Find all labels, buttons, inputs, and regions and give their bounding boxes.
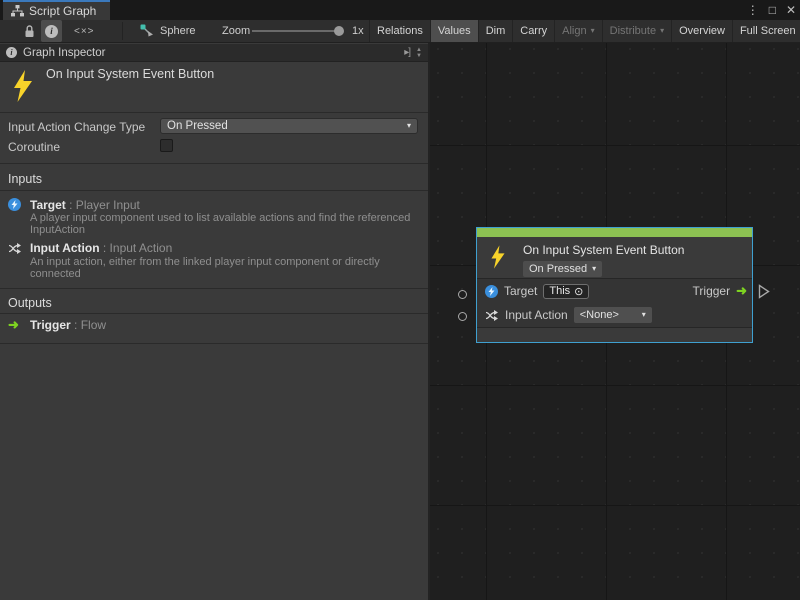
window-controls: ⋮ □ ✕ — [747, 0, 796, 20]
inspected-node-title: On Input System Event Button — [46, 67, 214, 81]
zoom-slider[interactable] — [252, 20, 340, 42]
outputs-section-header: Outputs — [8, 296, 52, 310]
graph-canvas[interactable]: On Input System Event Button On Pressed … — [430, 43, 800, 600]
tab-label: Script Graph — [29, 4, 96, 18]
toolbar-buttons: Relations Values Dim Carry Align▾ Distri… — [369, 20, 800, 42]
divider — [0, 288, 428, 289]
chevron-down-icon: ▾ — [642, 311, 646, 319]
graph-inspector-header: i Graph Inspector ▸] ▲ ▼ — [0, 44, 428, 62]
change-type-dropdown[interactable]: On Pressed ▾ — [160, 118, 418, 134]
toolbar-separator — [122, 22, 123, 40]
event-bolt-icon — [490, 245, 506, 269]
code-view-button[interactable]: <×> — [74, 20, 95, 42]
target-object-field[interactable]: This ⊙ — [543, 284, 589, 299]
node-footer — [477, 327, 752, 342]
toolbar-button-dim[interactable]: Dim — [478, 20, 513, 42]
close-icon[interactable]: ✕ — [786, 0, 796, 20]
graph-inspector-title: Graph Inspector — [23, 47, 398, 59]
zoom-label: Zoom — [222, 20, 250, 42]
node-header[interactable]: On Input System Event Button On Pressed … — [477, 237, 752, 278]
toolbar-button-distribute[interactable]: Distribute▾ — [602, 20, 671, 42]
code-icon: <×> — [74, 26, 95, 37]
flow-arrow-icon: ➜ — [736, 283, 747, 299]
panel-scroll-arrows[interactable]: ▲ ▼ — [416, 47, 422, 59]
trigger-pin: Trigger : Flow — [30, 318, 106, 332]
target-input-port[interactable] — [458, 290, 467, 299]
toolbar-button-fullscreen[interactable]: Full Screen — [732, 20, 800, 42]
graph-inspector-panel: i Graph Inspector ▸] ▲ ▼ On Input System… — [0, 43, 430, 600]
script-graph-window: Script Graph ⋮ □ ✕ i <×> S — [0, 0, 800, 600]
dock-panel-icon[interactable]: ▸] — [404, 47, 410, 58]
flow-arrow-icon: ➜ — [8, 317, 19, 333]
input-action-pin-description: An input action, either from the linked … — [30, 257, 412, 280]
divider — [0, 112, 428, 113]
tab-script-graph[interactable]: Script Graph — [3, 0, 110, 20]
window-menu-icon[interactable]: ⋮ — [747, 0, 759, 20]
node-row-input-action: Input Action <None> ▾ — [477, 303, 752, 327]
object-picker-icon[interactable]: ⊙ — [574, 285, 583, 298]
target-unit-icon — [485, 285, 498, 298]
inspector-toggle-button[interactable]: i — [41, 20, 62, 42]
maximize-icon[interactable]: □ — [769, 0, 776, 20]
input-action-input-port[interactable] — [458, 312, 467, 321]
node-event-mode-dropdown[interactable]: On Pressed ▾ — [523, 261, 602, 277]
target-pin-description: A player input component used to list av… — [30, 213, 420, 236]
target-port-label: Target — [504, 284, 537, 298]
script-graph-icon — [11, 5, 24, 17]
trigger-output-port[interactable] — [758, 284, 770, 299]
zoom-value: 1x — [352, 20, 364, 42]
chevron-down-icon: ▾ — [407, 122, 411, 130]
toolbar-button-relations[interactable]: Relations — [369, 20, 430, 42]
input-action-port-label: Input Action — [505, 308, 568, 322]
event-bolt-icon — [12, 70, 34, 102]
target-unit-icon — [8, 198, 21, 211]
divider — [0, 313, 428, 314]
input-action-dropdown[interactable]: <None> ▾ — [574, 307, 652, 323]
node-accent-bar — [477, 228, 752, 237]
input-action-shuffle-icon — [485, 309, 499, 322]
graph-icon — [140, 24, 154, 38]
graph-toolbar: i <×> Sphere Zoom 1x Relations Valu — [0, 20, 800, 43]
divider — [0, 190, 428, 191]
toolbar-button-values[interactable]: Values — [430, 20, 478, 42]
toolbar-button-align[interactable]: Align▾ — [554, 20, 601, 42]
toolbar-button-overview[interactable]: Overview — [671, 20, 732, 42]
change-type-label: Input Action Change Type — [8, 120, 145, 134]
scroll-down-icon[interactable]: ▼ — [416, 53, 422, 59]
graph-breadcrumb[interactable]: Sphere — [140, 20, 195, 42]
node-body: Target This ⊙ Trigger ➜ — [477, 279, 752, 327]
toolbar-button-carry[interactable]: Carry — [512, 20, 554, 42]
divider — [0, 343, 428, 344]
coroutine-label: Coroutine — [8, 140, 60, 154]
lock-icon — [24, 25, 35, 38]
info-icon: i — [6, 47, 17, 58]
info-icon: i — [45, 25, 58, 38]
input-action-shuffle-icon — [8, 242, 22, 260]
trigger-port-label: Trigger — [693, 284, 731, 298]
divider — [0, 163, 428, 164]
coroutine-checkbox[interactable] — [160, 139, 173, 152]
lock-button[interactable] — [24, 20, 35, 42]
tab-bar: Script Graph ⋮ □ ✕ — [0, 0, 800, 20]
zoom-slider-track[interactable] — [252, 30, 340, 32]
target-pin: Target : Player Input — [30, 198, 140, 212]
zoom-slider-knob[interactable] — [334, 26, 344, 36]
inputs-section-header: Inputs — [8, 172, 42, 186]
chevron-down-icon: ▾ — [591, 27, 595, 35]
chevron-down-icon: ▾ — [592, 265, 596, 273]
node-row-target: Target This ⊙ Trigger ➜ — [477, 279, 752, 303]
event-node[interactable]: On Input System Event Button On Pressed … — [476, 227, 753, 343]
input-action-pin: Input Action : Input Action — [30, 241, 172, 255]
node-title: On Input System Event Button — [523, 243, 684, 257]
chevron-down-icon: ▾ — [660, 27, 664, 35]
graph-name-label: Sphere — [160, 25, 195, 37]
